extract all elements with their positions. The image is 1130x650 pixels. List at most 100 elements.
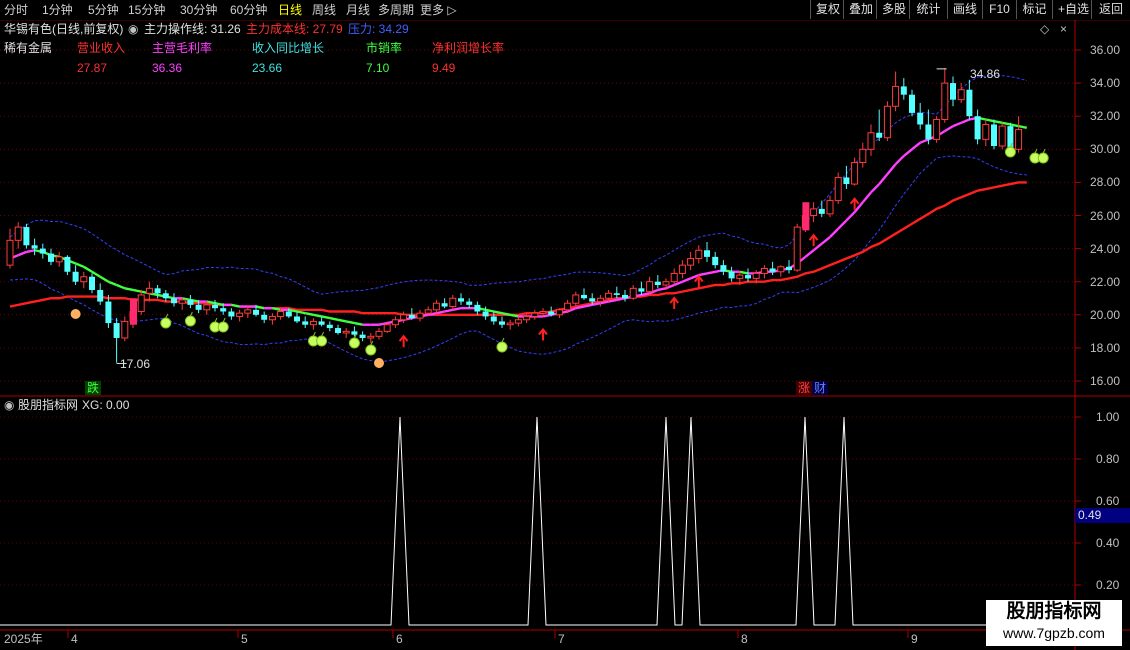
ma-line-segment [903,148,913,157]
close-icon[interactable]: × [1060,22,1067,36]
apple-stem-icon [321,331,325,337]
candle-body [113,323,120,338]
toolbar-button-5[interactable]: F10 [982,0,1016,19]
candle-body [432,302,440,311]
period-tab-9[interactable]: 多周期 [378,2,414,18]
toolbar-button-8[interactable]: 返回 [1091,0,1130,19]
period-tab-2[interactable]: 5分钟 [88,2,119,18]
toolbar-button-2[interactable]: 多股 [876,0,909,19]
toolbar-button-0[interactable]: 复权 [810,0,843,19]
candle-body [424,309,432,314]
candle-body [55,256,63,263]
fundamental-label-3: 市销率 [366,41,403,55]
price-tick-label: 34.00 [1090,76,1121,91]
ma-line-segment [107,280,118,287]
candle-body [760,267,768,274]
indicator-name: 主力操作线: 31.26 [144,22,241,36]
toolbar-button-3[interactable]: 统计 [909,0,947,19]
ma-line-segment [542,313,552,318]
candle-body [933,119,941,140]
pressure-value: 压力: 34.29 [348,22,409,36]
candle-body [581,294,587,299]
ma-line-segment [501,311,511,316]
year-label: 2025年 [4,632,43,646]
candle-body [613,293,620,295]
candle-body [728,271,735,279]
high-price-label: 34.86 [970,67,1001,81]
toolbar-button-6[interactable]: 标记 [1016,0,1052,19]
month-label: 8 [741,632,748,646]
toolbar-button-1[interactable]: 叠加 [843,0,876,19]
candle-body [89,276,95,290]
candle-body [441,303,448,307]
fundamental-value-1: 36.36 [152,61,183,75]
sector-label: 稀有金属 [4,41,53,55]
ma-line-segment [436,310,445,315]
ma-line-segment [706,270,716,275]
watermark-title: 股朋指标网 [1006,601,1102,622]
period-tab-1[interactable]: 1分钟 [42,2,73,18]
stock-title[interactable]: 华锡有色(日线,前复权) [4,22,123,36]
candle-body [712,256,719,266]
period-tab-8[interactable]: 月线 [346,2,370,18]
candle-body [228,311,235,317]
ma-line-segment [26,249,35,254]
candle-body [23,227,30,246]
ma-line-segment [75,262,85,268]
candle-body [564,302,572,311]
ma-line-segment [837,219,848,230]
candle-body [236,312,244,317]
candle-body [482,311,489,317]
ma-line-segment [608,298,618,303]
ma-line-segment [1001,121,1011,126]
ma-line-segment [575,305,585,310]
sub-tick-label: 1.00 [1096,410,1120,424]
candle-body [145,287,153,294]
candle-body [490,316,497,322]
candle-body [826,200,834,215]
diamond-icon[interactable]: ◇ [1040,22,1049,36]
watermark: 股朋指标网 www.7gpzb.com [986,600,1122,646]
period-tab-10[interactable]: 更多 ▷ [420,2,457,18]
ma-line-segment [509,313,519,318]
candle-body [171,298,177,304]
candle-body [367,335,375,339]
toolbar-button-7[interactable]: +自选 [1052,0,1091,19]
period-tab-3[interactable]: 15分钟 [128,2,165,18]
period-tab-6[interactable]: 日线 [278,2,302,18]
cost-line-value: 主力成本线: 27.79 [246,22,343,36]
candle-body [720,265,727,272]
ma-line-segment [452,307,462,312]
sub-panel-toggle-icon[interactable]: ◉ [4,398,14,412]
price-tick-label: 20.00 [1090,307,1121,322]
lower-band-line [9,155,1027,363]
price-tick-label: 22.00 [1090,274,1121,289]
ma-line-segment [116,283,126,290]
candle-body [917,112,924,125]
candle-body [383,324,391,332]
ma-line-segment [444,308,454,313]
month-label: 5 [241,632,248,646]
period-tab-5[interactable]: 60分钟 [230,2,267,18]
signal-highlight-bar [130,298,137,325]
candle-body [646,281,654,293]
candle-body [14,226,22,241]
candle-body [121,320,129,339]
candle-body [572,294,580,304]
candle-body [162,293,169,299]
apple-icon [160,317,172,329]
period-tab-4[interactable]: 30分钟 [180,2,217,18]
ma-line-segment [739,270,749,275]
period-tab-7[interactable]: 周线 [312,2,336,18]
indicator-toggle-icon[interactable]: ◉ [128,22,138,36]
cai-badge: 财 [812,381,829,395]
candle-body [326,324,333,329]
candle-body [342,330,350,334]
die-badge: 跌 [85,381,102,395]
candle-body [622,294,628,299]
ma-line-segment [878,173,889,185]
period-tab-0[interactable]: 分时 [4,2,28,18]
candle-body [678,264,686,274]
candle-body [318,321,325,325]
toolbar-button-4[interactable]: 画线 [947,0,982,19]
